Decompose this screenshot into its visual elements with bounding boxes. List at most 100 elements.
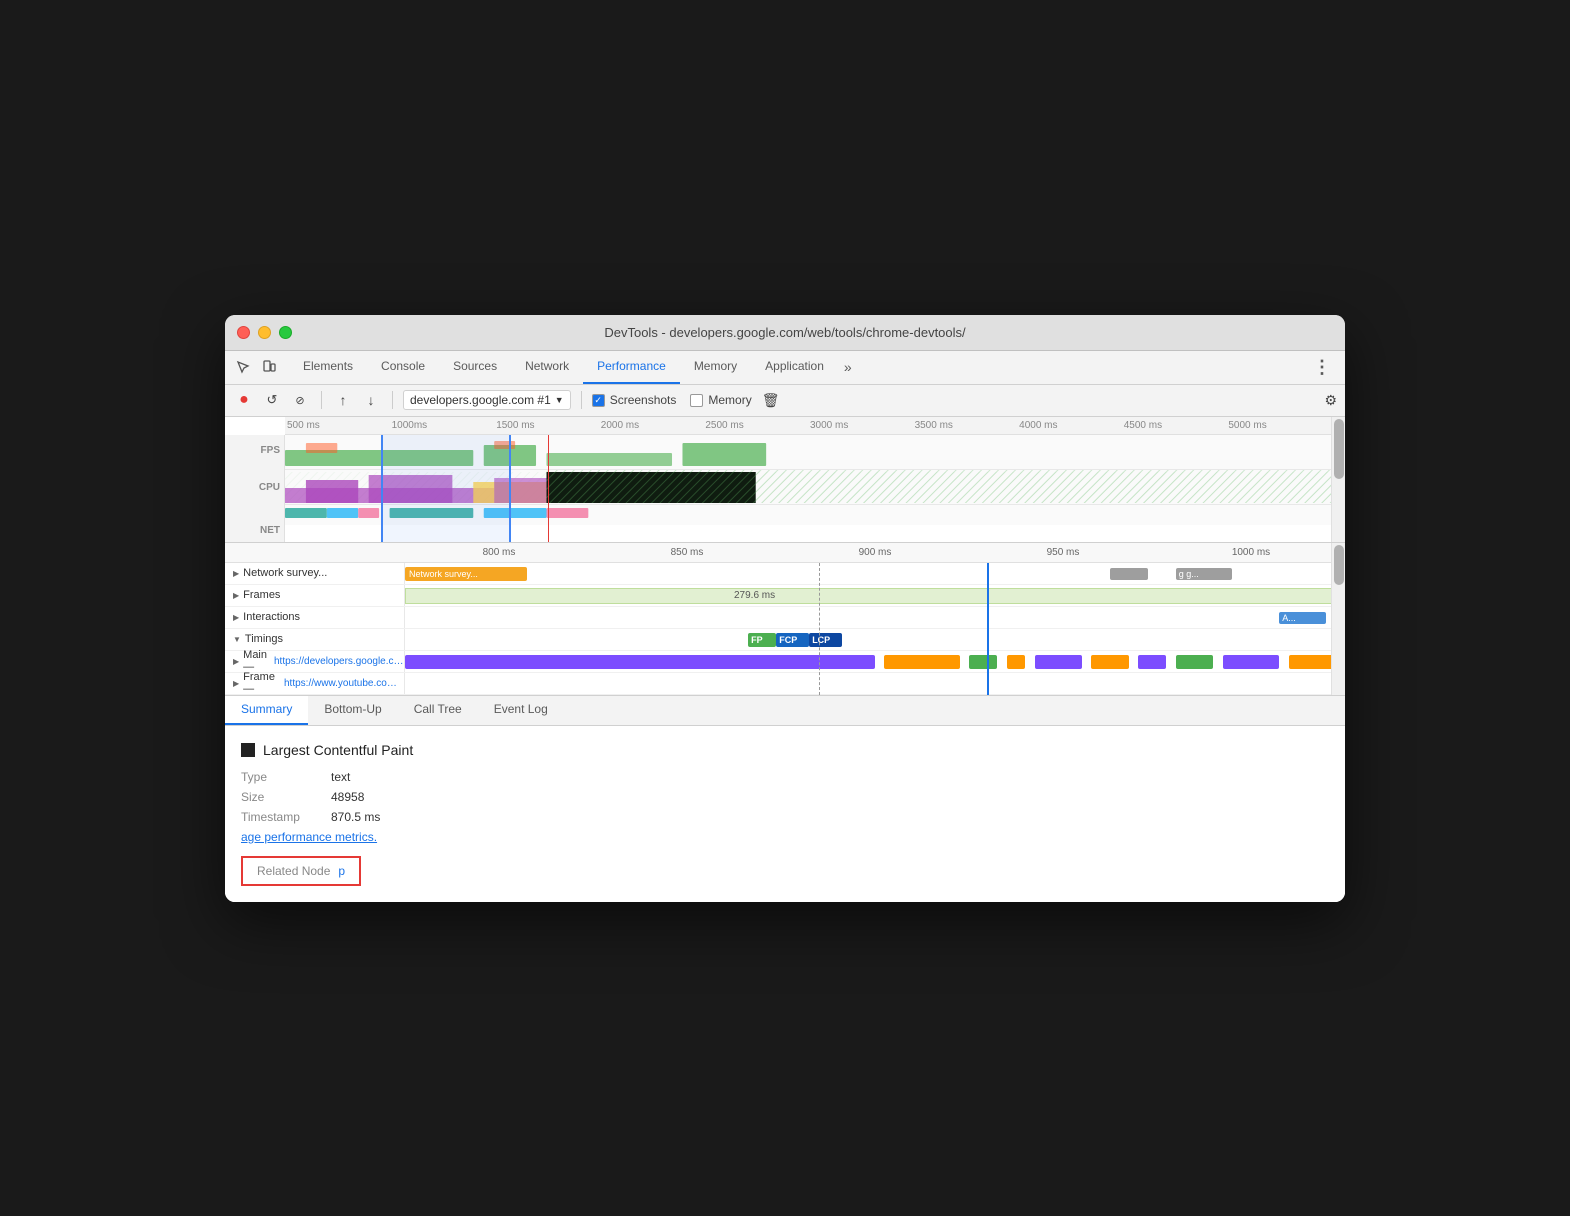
main-purple-bar xyxy=(405,655,875,669)
tab-memory[interactable]: Memory xyxy=(680,350,751,384)
clear-recording-button[interactable]: 🗑 xyxy=(762,392,780,409)
main-purple-bar-4 xyxy=(1223,655,1279,669)
overview-scrollbar[interactable] xyxy=(1331,417,1345,542)
toolbar-divider-3 xyxy=(581,391,582,409)
flame-label-frame: ▶ Frame — https://www.youtube.com/embed/… xyxy=(225,673,405,694)
tab-event-log[interactable]: Event Log xyxy=(478,695,564,725)
bottom-tabs: Summary Bottom-Up Call Tree Event Log xyxy=(225,696,1345,726)
flame-row-interactions[interactable]: ▶ Interactions A... xyxy=(225,607,1345,629)
inspect-icon[interactable] xyxy=(231,355,255,379)
titlebar: DevTools - developers.google.com/web/too… xyxy=(225,315,1345,351)
tab-bottom-up[interactable]: Bottom-Up xyxy=(308,695,397,725)
flame-label-timings: ▼ Timings xyxy=(225,629,405,650)
fps-label: FPS xyxy=(261,445,280,456)
tab-summary[interactable]: Summary xyxy=(225,695,308,725)
time-mark-950: 950 ms xyxy=(969,547,1157,558)
ruler-mark-2000: 2000 ms xyxy=(599,420,704,431)
tab-network[interactable]: Network xyxy=(511,350,583,384)
expand-arrow-main[interactable]: ▶ xyxy=(233,657,239,666)
flame-frame-url[interactable]: https://www.youtube.com/embed/G_P6rpRSr4… xyxy=(284,678,404,689)
tab-application[interactable]: Application xyxy=(751,350,838,384)
expand-arrow-frames[interactable]: ▶ xyxy=(233,591,239,600)
flame-label-main-text: Main — xyxy=(243,649,268,673)
download-button[interactable]: ↓ xyxy=(360,389,382,411)
main-purple-bar-2 xyxy=(1035,655,1082,669)
flame-row-main[interactable]: ▶ Main — https://developers.google.com/w… xyxy=(225,651,1345,673)
profile-selector[interactable]: developers.google.com #1 ▼ xyxy=(403,390,571,410)
lcp-badge[interactable]: LCP xyxy=(809,633,842,647)
devtools-window: DevTools - developers.google.com/web/too… xyxy=(225,315,1345,902)
ruler-mark-5000: 5000 ms xyxy=(1226,420,1331,431)
maximize-button[interactable] xyxy=(279,326,292,339)
main-orange-bar-2 xyxy=(1007,655,1026,669)
device-icon[interactable] xyxy=(257,355,281,379)
devtools-nav-tabs: Elements Console Sources Network Perform… xyxy=(225,351,1345,385)
flame-content-frames: 279.6 ms xyxy=(405,585,1345,606)
traffic-lights xyxy=(237,326,292,339)
flame-row-timings[interactable]: ▼ Timings FP FCP LCP xyxy=(225,629,1345,651)
flame-label-interactions: ▶ Interactions xyxy=(225,607,405,628)
expand-arrow-frame[interactable]: ▶ xyxy=(233,679,239,688)
blue-position-line xyxy=(987,563,989,695)
ruler-mark-3500: 3500 ms xyxy=(913,420,1018,431)
lcp-title: Largest Contentful Paint xyxy=(241,742,1329,758)
tab-sources[interactable]: Sources xyxy=(439,350,511,384)
tab-performance[interactable]: Performance xyxy=(583,350,680,384)
minimize-button[interactable] xyxy=(258,326,271,339)
detail-timestamp-row: Timestamp 870.5 ms xyxy=(241,810,1329,824)
time-mark-900: 900 ms xyxy=(781,547,969,558)
expand-arrow-timings[interactable]: ▼ xyxy=(233,635,241,644)
timeline-selection[interactable] xyxy=(381,435,511,542)
tab-elements[interactable]: Elements xyxy=(289,350,367,384)
detail-link[interactable]: age performance metrics. xyxy=(241,830,377,844)
network-survey-bar: Network survey... xyxy=(405,567,527,581)
memory-checkbox[interactable]: Memory xyxy=(690,393,751,407)
time-mark-800: 800 ms xyxy=(405,547,593,558)
reload-profile-button[interactable]: ↺ xyxy=(261,389,283,411)
close-button[interactable] xyxy=(237,326,250,339)
flame-time-marks: 800 ms 850 ms 900 ms 950 ms 1000 ms xyxy=(405,547,1345,558)
ruler-mark-4000: 4000 ms xyxy=(1017,420,1122,431)
flame-label-timings-text: Timings xyxy=(245,633,283,645)
flame-label-frames: ▶ Frames xyxy=(225,585,405,606)
flame-scrollbar-thumb[interactable] xyxy=(1334,545,1344,585)
flame-content-frame xyxy=(405,673,1345,694)
record-button[interactable]: ● xyxy=(233,389,255,411)
main-orange-bar-3 xyxy=(1091,655,1129,669)
screenshots-check-icon: ✓ xyxy=(592,394,605,407)
flame-content-network: Network survey... g g... xyxy=(405,563,1345,584)
overview-labels: FPS CPU NET xyxy=(225,435,285,542)
toolbar-divider-1 xyxy=(321,391,322,409)
settings-icon[interactable]: ⚙ xyxy=(1324,392,1337,409)
flame-row-frames[interactable]: ▶ Frames 279.6 ms xyxy=(225,585,1345,607)
flame-row-frame[interactable]: ▶ Frame — https://www.youtube.com/embed/… xyxy=(225,673,1345,695)
expand-arrow-interactions[interactable]: ▶ xyxy=(233,613,239,622)
timing-dashed-line xyxy=(819,563,820,695)
scrollbar-thumb[interactable] xyxy=(1334,419,1344,479)
screenshots-checkbox[interactable]: ✓ Screenshots xyxy=(592,393,677,407)
detail-type-value: text xyxy=(331,770,350,784)
more-tabs-icon[interactable]: » xyxy=(838,359,858,375)
network-small-bar-2: g g... xyxy=(1176,568,1232,580)
ruler-marks-row: 500 ms 1000ms 1500 ms 2000 ms 2500 ms 30… xyxy=(285,420,1331,431)
devtools-menu-icon[interactable]: ⋮ xyxy=(1305,357,1339,378)
tab-console[interactable]: Console xyxy=(367,350,439,384)
memory-check-box xyxy=(690,394,703,407)
flame-label-network: ▶ Network survey... xyxy=(225,563,405,584)
flame-main-url[interactable]: https://developers.google.com/web/tools/… xyxy=(274,656,404,667)
tab-call-tree[interactable]: Call Tree xyxy=(398,695,478,725)
flame-content-interactions: A... xyxy=(405,607,1345,628)
clear-button[interactable]: ⊘ xyxy=(289,389,311,411)
expand-arrow-network[interactable]: ▶ xyxy=(233,569,239,578)
lcp-color-square xyxy=(241,743,255,757)
flame-time-ruler: 800 ms 850 ms 900 ms 950 ms 1000 ms xyxy=(225,543,1345,563)
fcp-badge: FCP xyxy=(776,633,809,647)
upload-button[interactable]: ↑ xyxy=(332,389,354,411)
interactions-a-bar: A... xyxy=(1279,612,1326,624)
flame-row-network[interactable]: ▶ Network survey... Network survey... g … xyxy=(225,563,1345,585)
time-mark-1000: 1000 ms xyxy=(1157,547,1345,558)
detail-timestamp-value: 870.5 ms xyxy=(331,810,380,824)
related-node-value: p xyxy=(338,864,345,878)
flame-scrollbar[interactable] xyxy=(1331,543,1345,695)
timeline-overview[interactable]: 500 ms 1000ms 1500 ms 2000 ms 2500 ms 30… xyxy=(225,417,1345,543)
